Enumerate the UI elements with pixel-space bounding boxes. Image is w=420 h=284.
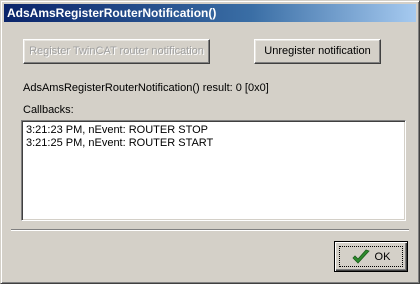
register-notification-button[interactable]: Register TwinCAT router notification bbox=[23, 39, 210, 64]
focus-rect bbox=[339, 246, 403, 267]
ok-button[interactable]: OK bbox=[334, 241, 408, 272]
list-item[interactable]: 3:21:25 PM, nEvent: ROUTER START bbox=[26, 137, 405, 150]
unregister-notification-button[interactable]: Unregister notification bbox=[254, 39, 381, 64]
callbacks-label: Callbacks: bbox=[23, 104, 74, 116]
result-text: AdsAmsRegisterRouterNotification() resul… bbox=[23, 82, 269, 94]
callbacks-listbox[interactable]: 3:21:23 PM, nEvent: ROUTER STOP 3:21:25 … bbox=[21, 120, 406, 221]
dialog-window: AdsAmsRegisterRouterNotification() Regis… bbox=[0, 0, 420, 284]
list-item[interactable]: 3:21:23 PM, nEvent: ROUTER STOP bbox=[26, 124, 405, 137]
window-title: AdsAmsRegisterRouterNotification() bbox=[4, 4, 416, 22]
separator bbox=[11, 229, 409, 231]
